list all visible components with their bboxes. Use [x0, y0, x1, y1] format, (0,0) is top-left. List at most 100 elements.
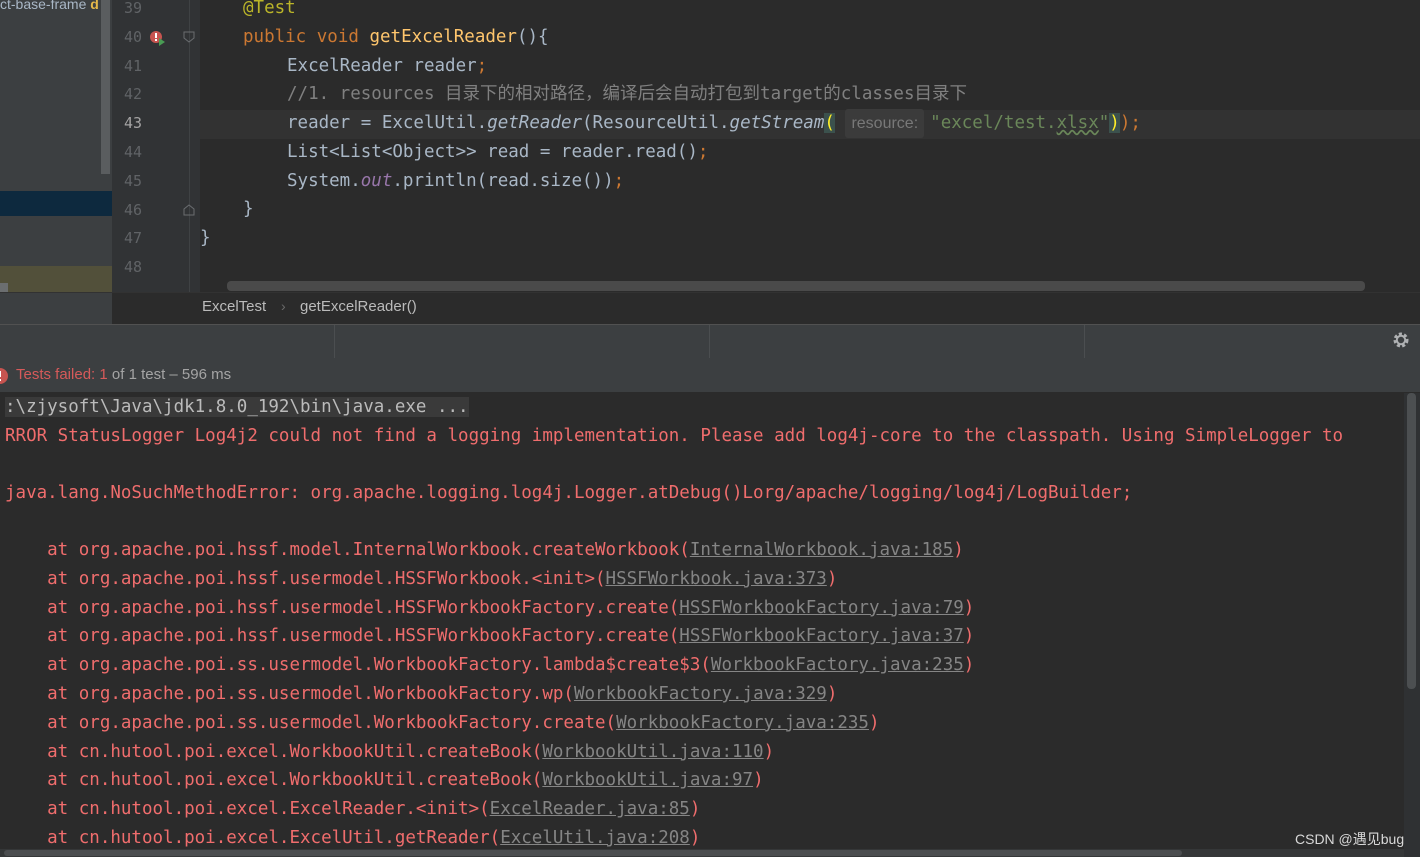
- console-output[interactable]: :\zjysoft\Java\jdk1.8.0_192\bin\java.exe…: [0, 393, 1404, 857]
- stack-frame-call: at org.apache.poi.ss.usermodel.WorkbookF…: [5, 655, 711, 676]
- console-command-line[interactable]: :\zjysoft\Java\jdk1.8.0_192\bin\java.exe…: [5, 393, 469, 422]
- console-hscrollbar[interactable]: [0, 849, 1404, 857]
- stack-frame-call: at cn.hutool.poi.excel.WorkbookUtil.crea…: [5, 770, 543, 791]
- static-field-out: out: [360, 171, 393, 191]
- test-status-text: Tests failed: 1 of 1 test – 596 ms: [16, 366, 231, 383]
- scroll-thumb[interactable]: [4, 850, 1182, 856]
- stack-frame-call: at org.apache.poi.hssf.usermodel.HSSFWor…: [5, 626, 680, 647]
- fold-open-icon[interactable]: [183, 31, 195, 43]
- project-label: ct-base-frame: [0, 0, 87, 12]
- source-link[interactable]: HSSFWorkbookFactory.java:37: [679, 626, 963, 646]
- console-vscrollbar[interactable]: [1404, 393, 1420, 857]
- source-link[interactable]: WorkbookUtil.java:97: [542, 770, 753, 790]
- method-parens: (){: [516, 27, 549, 47]
- code-line-42[interactable]: //1. resources 目录下的相对路径，编译后会自动打包到target的…: [287, 80, 967, 109]
- console-error-line: RROR StatusLogger Log4j2 could not find …: [5, 422, 1343, 451]
- code-line-44[interactable]: List<List<Object>> read = reader.read();: [287, 138, 708, 167]
- line-number[interactable]: 43: [112, 109, 142, 138]
- stack-frame-end: ): [963, 597, 975, 618]
- line-number[interactable]: 39: [112, 0, 142, 23]
- stack-frame-end: ): [826, 684, 838, 704]
- code-resourceutil: (ResourceUtil.: [582, 113, 730, 133]
- java-command[interactable]: :\zjysoft\Java\jdk1.8.0_192\bin\java.exe…: [5, 397, 469, 417]
- stack-frame: at cn.hutool.poi.excel.ExcelReader.<init…: [5, 795, 700, 824]
- fold-guide: [189, 0, 190, 292]
- stack-frame: at org.apache.poi.hssf.model.InternalWor…: [5, 536, 964, 565]
- stack-frame-call: at cn.hutool.poi.excel.WorkbookUtil.crea…: [5, 741, 543, 762]
- code-line-39[interactable]: @Test: [243, 0, 296, 23]
- local-var-decl: ExcelReader reader: [287, 56, 477, 76]
- line-number[interactable]: 41: [112, 52, 142, 81]
- line-number[interactable]: 48: [112, 253, 142, 282]
- breadcrumb-class[interactable]: ExcelTest: [202, 298, 266, 315]
- code-assign: reader = ExcelUtil.: [287, 113, 488, 133]
- line-number[interactable]: 42: [112, 80, 142, 109]
- run-test-icon[interactable]: [148, 29, 166, 47]
- breadcrumb-method[interactable]: getExcelReader(): [300, 298, 417, 315]
- code-line-45[interactable]: System.out.println(read.size());: [287, 167, 624, 196]
- semicolon: ;: [476, 56, 488, 76]
- matched-paren-open: (: [824, 113, 835, 133]
- code-system: System.: [287, 171, 361, 191]
- annotation-test: @Test: [243, 0, 296, 18]
- method-declaration: getExcelReader: [369, 27, 517, 47]
- toolbar-divider: [334, 325, 335, 358]
- fold-close-icon[interactable]: [183, 204, 195, 216]
- console-exception-line: java.lang.NoSuchMethodError: org.apache.…: [5, 479, 1132, 508]
- editor-hscrollbar[interactable]: [227, 281, 1365, 291]
- closing-brace: }: [243, 199, 254, 219]
- source-link[interactable]: HSSFWorkbookFactory.java:79: [679, 598, 963, 618]
- stack-frame: at org.apache.poi.hssf.usermodel.HSSFWor…: [5, 565, 837, 594]
- stack-frame-end: ): [963, 626, 975, 647]
- code-line-43[interactable]: reader = ExcelUtil.getReader(ResourceUti…: [287, 109, 1141, 138]
- source-link[interactable]: WorkbookFactory.java:235: [711, 655, 964, 675]
- scroll-thumb[interactable]: [1407, 393, 1416, 689]
- line-number[interactable]: 46: [112, 196, 142, 225]
- project-highlight-row[interactable]: [0, 266, 112, 292]
- stack-frame-end: ): [689, 828, 701, 848]
- breadcrumb-left-panel: [0, 293, 112, 324]
- code-line-46[interactable]: }: [243, 195, 254, 224]
- project-scrollbar[interactable]: [101, 0, 110, 174]
- project-tree-item[interactable]: ct-base-frame d: [0, 0, 112, 14]
- gear-icon[interactable]: [1392, 331, 1410, 349]
- source-link[interactable]: WorkbookFactory.java:235: [616, 713, 869, 733]
- stack-frame: at org.apache.poi.ss.usermodel.WorkbookF…: [5, 651, 974, 680]
- project-tool-window[interactable]: ct-base-frame d: [0, 0, 112, 292]
- source-link[interactable]: ExcelReader.java:85: [490, 799, 690, 819]
- matched-paren-close: ): [1109, 113, 1120, 133]
- stack-frame-call: at org.apache.poi.ss.usermodel.WorkbookF…: [5, 712, 617, 733]
- code-line-47[interactable]: }: [200, 224, 211, 253]
- toolbar-divider: [709, 325, 710, 358]
- line-number[interactable]: 40: [112, 23, 142, 52]
- code-line-40[interactable]: public void getExcelReader(){: [243, 23, 549, 52]
- source-link[interactable]: InternalWorkbook.java:185: [690, 540, 953, 560]
- source-link[interactable]: WorkbookUtil.java:110: [542, 742, 763, 762]
- project-hscrollbar[interactable]: [0, 283, 8, 292]
- code-comment: //1. resources 目录下的相对路径，编译后会自动打包到target的…: [287, 84, 968, 104]
- toolbar-divider: [1084, 325, 1085, 358]
- code-list-read: List<List<Object>> read = reader.read(): [287, 142, 698, 162]
- statement-end: );: [1119, 113, 1141, 133]
- stack-frame-call: at org.apache.poi.hssf.usermodel.HSSFWor…: [5, 568, 606, 589]
- stack-frame-end: ): [868, 712, 880, 733]
- code-line-41[interactable]: ExcelReader reader;: [287, 52, 487, 81]
- string-literal: "excel/test.: [930, 113, 1057, 133]
- source-link[interactable]: HSSFWorkbook.java:373: [606, 569, 827, 589]
- typo-word: xlsx: [1056, 113, 1099, 133]
- status-prefix: Tests failed:: [16, 366, 100, 383]
- source-link[interactable]: WorkbookFactory.java:329: [574, 684, 827, 704]
- status-summary: of 1 test – 596 ms: [107, 366, 232, 383]
- static-call-getreader: getReader: [487, 113, 583, 133]
- stack-frame-call: at cn.hutool.poi.excel.ExcelUtil.getRead…: [5, 828, 501, 848]
- line-number[interactable]: 47: [112, 224, 142, 253]
- line-number[interactable]: 44: [112, 138, 142, 167]
- exception-message: java.lang.NoSuchMethodError: org.apache.…: [5, 483, 1133, 503]
- source-link[interactable]: ExcelUtil.java:208: [500, 828, 690, 848]
- breadcrumb: ExcelTest › getExcelReader(): [0, 292, 1420, 324]
- line-number[interactable]: 45: [112, 167, 142, 196]
- stack-frame: at org.apache.poi.hssf.usermodel.HSSFWor…: [5, 622, 974, 651]
- keyword-public: public: [243, 27, 307, 47]
- project-selected-row[interactable]: [0, 191, 112, 216]
- stack-frame: at org.apache.poi.ss.usermodel.WorkbookF…: [5, 709, 880, 738]
